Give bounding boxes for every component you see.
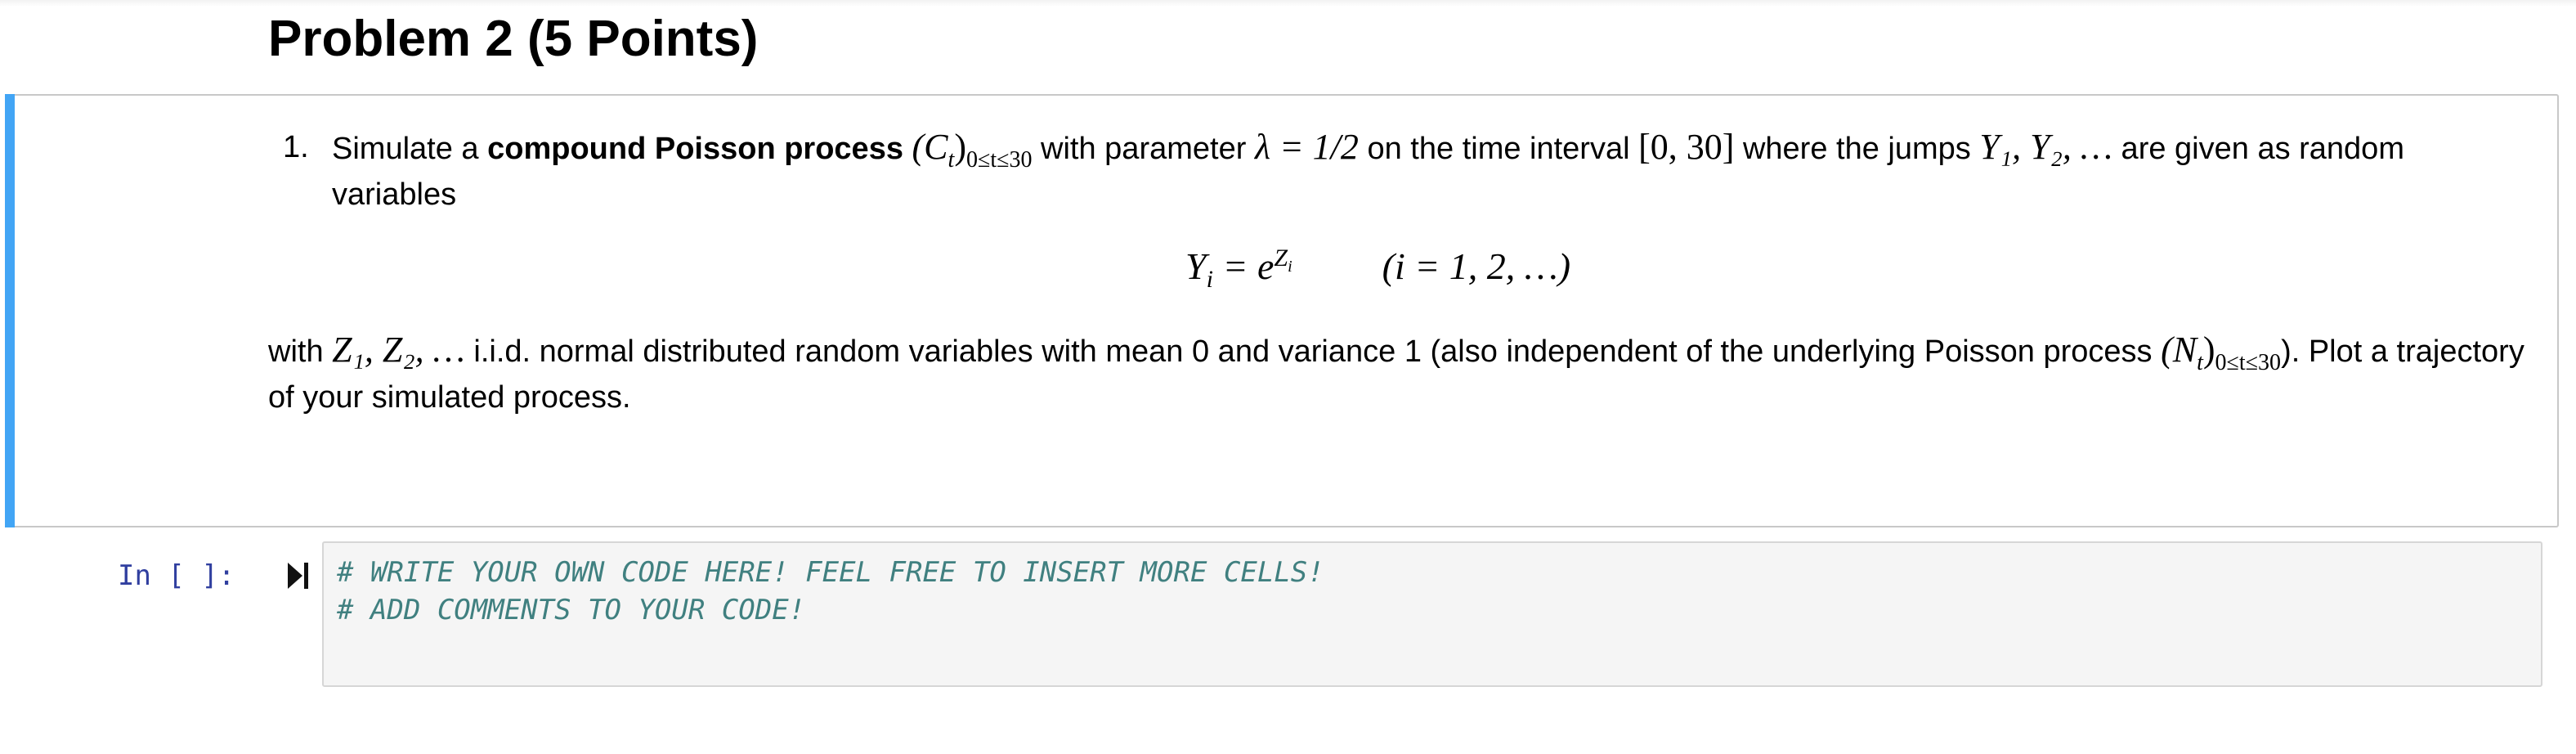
math-process-n: (Nt)0≤t≤30 xyxy=(2161,330,2281,374)
eq-exponent: Z xyxy=(1274,244,1288,272)
math-z: Z₁, Z₂, … xyxy=(332,330,465,370)
eq-index-range: (i = 1, 2, …) xyxy=(1382,245,1571,287)
list-number: 1. xyxy=(283,130,309,164)
run-cell-icon[interactable] xyxy=(286,561,311,590)
problem-heading: Problem 2 (5 Points) xyxy=(268,11,759,67)
math-c-close: ) xyxy=(954,127,966,167)
code-comment-line[interactable]: # WRITE YOUR OWN CODE HERE! FEEL FREE TO… xyxy=(337,554,1324,590)
bold-compound-poisson: compound Poisson process xyxy=(487,132,903,166)
math-process-c: (Ct)0≤t≤30 xyxy=(912,127,1033,171)
problem-paragraph: with Z₁, Z₂, … i.i.d. normal distributed… xyxy=(268,327,2524,420)
math-n-range: 0≤t≤30 xyxy=(2215,349,2282,375)
math-lambda: λ = 1/2 xyxy=(1255,127,1359,167)
math-lambda-value: λ = 1/2 xyxy=(1254,127,1359,167)
math-n-close: ) xyxy=(2202,330,2215,370)
code-comment-line[interactable]: # ADD COMMENTS TO YOUR CODE! xyxy=(337,592,805,628)
math-interval: [0, 30] xyxy=(1638,127,1735,167)
math-n-sub: t xyxy=(2197,349,2203,375)
para-text-1: i.i.d. normal distributed random variabl… xyxy=(464,334,2162,369)
display-equation: Yi = eZi (i = 1, 2, …) xyxy=(1185,242,1571,294)
math-c-range: 0≤t≤30 xyxy=(965,146,1033,173)
text-on-interval: on the time interval xyxy=(1358,132,1639,166)
eq-exponent-sub: i xyxy=(1288,257,1292,276)
math-c: (C xyxy=(912,127,948,167)
math-jumps: Y₁, Y₂, … xyxy=(1979,127,2112,167)
math-jumps-value: Y₁, Y₂, … xyxy=(1979,127,2112,167)
text-simulate: Simulate a xyxy=(332,132,488,166)
cell-selection-bar xyxy=(5,94,15,527)
code-cell-prompt: In [ ]: xyxy=(118,559,235,592)
para-with: with xyxy=(268,334,333,369)
math-z-value: Z₁, Z₂, … xyxy=(332,330,465,370)
code-cell-editor[interactable]: # WRITE YOUR OWN CODE HERE! FEEL FREE TO… xyxy=(322,541,2542,687)
eq-lhs: Y xyxy=(1185,245,1207,287)
eq-equals-e: = e xyxy=(1212,245,1275,287)
eq-lhs-sub: i xyxy=(1206,266,1213,294)
problem-statement-item: Simulate a compound Poisson process (Ct)… xyxy=(332,124,2515,218)
text-where-jumps: where the jumps xyxy=(1734,132,1980,166)
math-n: (N xyxy=(2161,330,2197,370)
text-with-param: with parameter xyxy=(1032,132,1255,166)
